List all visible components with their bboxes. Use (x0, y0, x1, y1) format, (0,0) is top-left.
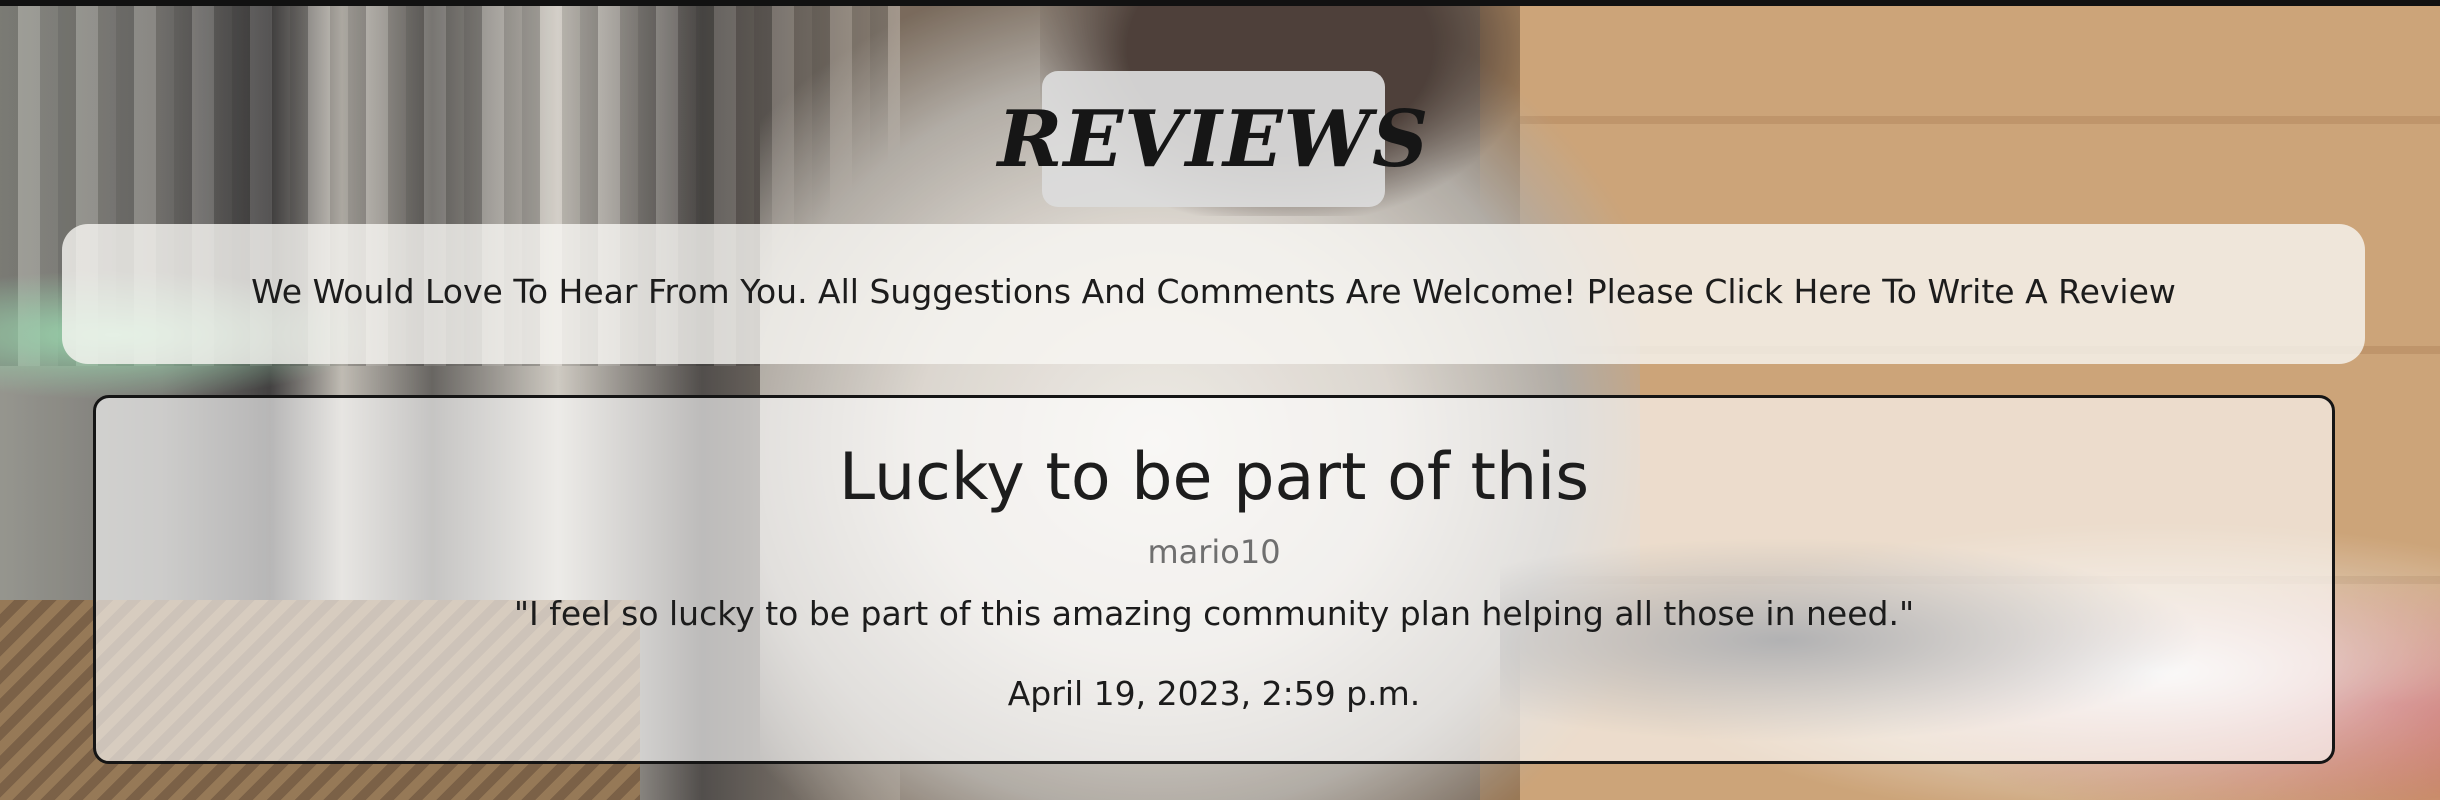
page-title-box: REVIEWS (998, 71, 1428, 207)
review-date: April 19, 2023, 2:59 p.m. (1007, 674, 1421, 713)
review-card: Lucky to be part of this mario10 "I feel… (93, 395, 2335, 764)
page-title: REVIEWS (997, 93, 1430, 185)
write-review-link[interactable]: We Would Love To Hear From You. All Sugg… (251, 272, 2176, 311)
review-title: Lucky to be part of this (838, 440, 1590, 515)
review-author: mario10 (1147, 533, 1281, 571)
top-edge-bar (0, 0, 2440, 6)
write-review-banner[interactable]: We Would Love To Hear From You. All Sugg… (62, 224, 2365, 364)
review-body: "I feel so lucky to be part of this amaz… (513, 594, 1915, 633)
